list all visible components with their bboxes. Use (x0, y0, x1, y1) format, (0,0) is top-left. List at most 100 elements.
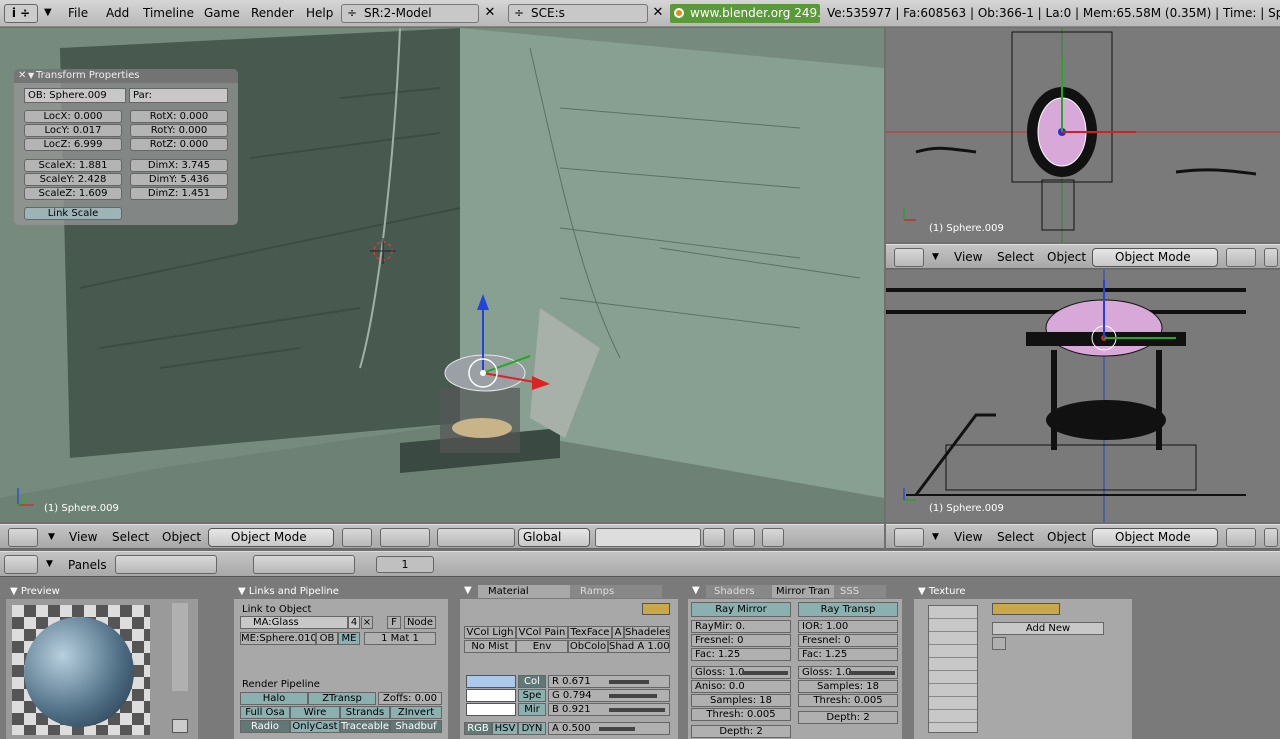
material-users-field[interactable]: 4 (348, 616, 360, 629)
no-mist-button[interactable]: No Mist (464, 640, 516, 653)
color-swatch-mir[interactable] (466, 703, 516, 716)
fac-transp-slider[interactable]: Fac: 1.25 (798, 648, 898, 661)
samples-field[interactable]: Samples: 18 (691, 694, 791, 707)
color-swatch-col[interactable] (466, 675, 516, 688)
pivot-icon[interactable] (1264, 528, 1278, 547)
raymir-slider[interactable]: RayMir: 0. (691, 620, 791, 633)
fake-user-button[interactable]: F (387, 616, 401, 629)
delete-scene-icon[interactable]: ✕ (649, 4, 667, 23)
ior-slider[interactable]: IOR: 1.00 (798, 620, 898, 633)
menu-help[interactable]: Help (306, 6, 333, 20)
blue-slider[interactable]: B 0.921 (548, 703, 670, 716)
add-new-texture-button[interactable]: Add New (992, 622, 1104, 635)
blender-link[interactable]: www.blender.org 249.2 (670, 4, 820, 23)
collapse-icon[interactable]: ▼ (692, 585, 700, 596)
collapse-icon[interactable]: ▼ (28, 69, 34, 83)
menu-view[interactable]: View (954, 250, 982, 264)
menu-select[interactable]: Select (112, 530, 149, 544)
texture-browse-icon[interactable] (992, 637, 1006, 650)
link-scale-button[interactable]: Link Scale (24, 207, 122, 220)
locz-field[interactable]: LocZ: 6.999 (24, 138, 122, 151)
radio-button[interactable]: Radio (240, 720, 290, 733)
mode-selector[interactable]: Object Mode (1092, 248, 1218, 267)
scaley-field[interactable]: ScaleY: 2.428 (24, 173, 122, 186)
collapse-icon[interactable]: ▼ (464, 585, 472, 596)
collapse-icon[interactable]: ▼ (932, 252, 939, 262)
link-me-button[interactable]: ME (338, 632, 360, 645)
layer-buttons[interactable] (595, 528, 701, 547)
draw-type-icon[interactable] (342, 528, 372, 547)
frame-field[interactable]: 1 (376, 556, 434, 573)
top-view-viewport[interactable]: (1) Sphere.009 (886, 28, 1280, 242)
dimz-field[interactable]: DimZ: 1.451 (130, 187, 228, 200)
collapse-icon[interactable]: ▼ (46, 559, 53, 569)
gloss-transp-slider[interactable]: Gloss: 1.0 (798, 666, 898, 679)
unlink-material-button[interactable]: × (361, 616, 373, 629)
menu-object[interactable]: Object (162, 530, 201, 544)
mode-selector[interactable]: Object Mode (208, 528, 334, 547)
main-3d-viewport[interactable]: (1) Sphere.009 ✕ ▼ Transform Properties … (0, 28, 884, 522)
menu-game[interactable]: Game (204, 6, 240, 20)
fresnel-slider[interactable]: Fresnel: 0 (691, 634, 791, 647)
scene-selector[interactable]: ÷ SCE:s (508, 4, 648, 23)
copy-paste-icons[interactable] (992, 603, 1060, 615)
vcol-paint-button[interactable]: VCol Pain (516, 626, 568, 639)
screen-selector[interactable]: ÷ SR:2-Model (341, 4, 479, 23)
green-slider[interactable]: G 0.794 (548, 689, 670, 702)
dimy-field[interactable]: DimY: 5.436 (130, 173, 228, 186)
editor-type-icon[interactable] (894, 528, 924, 547)
tab-ramps[interactable]: Ramps (570, 585, 662, 598)
preview-ortho-icon[interactable] (172, 719, 188, 733)
ray-mirror-button[interactable]: Ray Mirror (691, 602, 791, 617)
thresh-field[interactable]: Thresh: 0.005 (691, 708, 791, 721)
onlycast-button[interactable]: OnlyCast (290, 720, 340, 733)
shadeless-button[interactable]: Shadeles (624, 626, 670, 639)
zinvert-button[interactable]: ZInvert (390, 706, 442, 719)
thresh-transp-field[interactable]: Thresh: 0.005 (798, 694, 898, 707)
texture-channel-list[interactable] (928, 605, 978, 733)
fac-slider[interactable]: Fac: 1.25 (691, 648, 791, 661)
alpha-slider[interactable]: A 0.500 (548, 722, 670, 735)
locy-field[interactable]: LocY: 0.017 (24, 124, 122, 137)
ztransp-button[interactable]: ZTransp (308, 692, 376, 705)
dyn-button[interactable]: DYN (518, 722, 546, 735)
node-button[interactable]: Node (404, 616, 436, 629)
pivot-icon[interactable] (1264, 248, 1278, 267)
menu-select[interactable]: Select (997, 530, 1034, 544)
copy-paste-icons[interactable] (642, 603, 670, 615)
preview-type-icons[interactable] (172, 603, 188, 691)
texface-button[interactable]: TexFace (568, 626, 612, 639)
manipulator-hand-icon[interactable] (437, 528, 515, 547)
red-slider[interactable]: R 0.671 (548, 675, 670, 688)
menu-timeline[interactable]: Timeline (143, 6, 194, 20)
col-button[interactable]: Col (518, 675, 546, 688)
render-icon[interactable] (762, 528, 784, 547)
editor-type-icon[interactable] (894, 248, 924, 267)
lock-icon[interactable] (703, 528, 725, 547)
shadbuf-button[interactable]: Shadbuf (390, 720, 442, 733)
rotz-field[interactable]: RotZ: 0.000 (130, 138, 228, 151)
locx-field[interactable]: LocX: 0.000 (24, 110, 122, 123)
obcolor-button[interactable]: ObColo (568, 640, 608, 653)
fresnel-transp-slider[interactable]: Fresnel: 0 (798, 634, 898, 647)
depth-transp-field[interactable]: Depth: 2 (798, 711, 898, 724)
menu-view[interactable]: View (954, 530, 982, 544)
rotx-field[interactable]: RotX: 0.000 (130, 110, 228, 123)
tab-material[interactable]: Material (478, 585, 570, 598)
gloss-slider[interactable]: Gloss: 1.0 (691, 666, 791, 679)
delete-screen-icon[interactable]: ✕ (481, 4, 499, 23)
wire-button[interactable]: Wire (290, 706, 340, 719)
samples-transp-field[interactable]: Samples: 18 (798, 680, 898, 693)
menu-object[interactable]: Object (1047, 530, 1086, 544)
editor-type-icon[interactable] (4, 555, 38, 574)
menu-render[interactable]: Render (251, 6, 294, 20)
collapse-icon[interactable]: ▼ (932, 532, 939, 542)
window-type-icon[interactable]: i ÷ (4, 4, 38, 23)
material-name-field[interactable]: MA:Glass (240, 616, 348, 629)
halo-button[interactable]: Halo (240, 692, 308, 705)
spe-button[interactable]: Spe (518, 689, 546, 702)
hsv-button[interactable]: HSV (492, 722, 518, 735)
object-name-field[interactable]: OB: Sphere.009 (24, 88, 126, 103)
scalez-field[interactable]: ScaleZ: 1.609 (24, 187, 122, 200)
parent-field[interactable]: Par: (129, 88, 228, 103)
